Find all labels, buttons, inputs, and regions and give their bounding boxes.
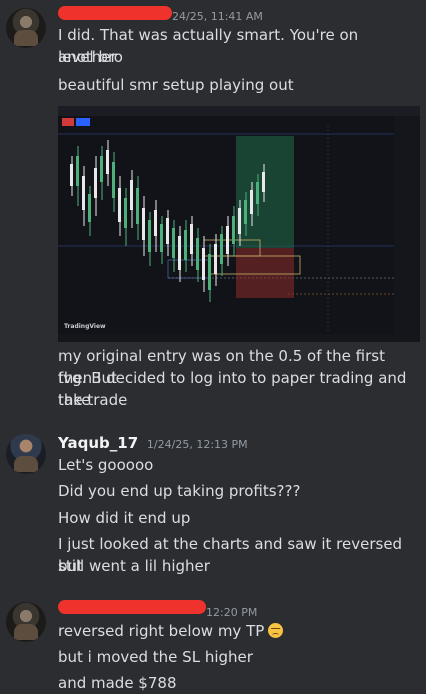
message-timestamp[interactable]: 12:20 PM bbox=[206, 606, 257, 619]
message-text: Did you end up taking profits??? bbox=[58, 482, 301, 500]
chart-image-attachment[interactable]: TradingView bbox=[58, 106, 420, 342]
message-text: but i moved the SL higher bbox=[58, 648, 253, 666]
redacted-username bbox=[58, 600, 206, 614]
message-text: still went a lil higher bbox=[58, 557, 210, 575]
price-chart-svg bbox=[58, 126, 394, 342]
message-text: beautiful smr setup playing out bbox=[58, 76, 294, 94]
message-text: Let's gooooo bbox=[58, 456, 154, 474]
message-text-with-emoji: reversed right below my TP bbox=[58, 620, 418, 642]
user-avatar[interactable] bbox=[6, 602, 46, 642]
tradingview-watermark: TradingView bbox=[64, 323, 106, 330]
user-avatar[interactable] bbox=[6, 8, 46, 48]
price-axis bbox=[394, 116, 420, 342]
message-header: 12:20 PM bbox=[206, 602, 257, 622]
message-timestamp[interactable]: 24/25, 11:41 AM bbox=[172, 10, 263, 23]
message-text: and made $788 bbox=[58, 674, 177, 692]
chart-toolbar bbox=[58, 106, 420, 116]
time-axis bbox=[58, 334, 394, 342]
message-text: reversed right below my TP bbox=[58, 622, 265, 640]
worried-face-emoji bbox=[268, 623, 284, 638]
username[interactable]: Yaqub_17 bbox=[58, 434, 138, 452]
message-text: How did it end up bbox=[58, 509, 191, 527]
redacted-username bbox=[58, 6, 172, 20]
message-header: 24/25, 11:41 AM bbox=[172, 6, 263, 26]
user-avatar[interactable] bbox=[6, 434, 46, 474]
message-header: Yaqub_17 1/24/25, 12:13 PM bbox=[58, 434, 248, 454]
message-text: level bro bbox=[58, 48, 123, 66]
message-timestamp[interactable]: 1/24/25, 12:13 PM bbox=[147, 438, 248, 451]
message-text: the trade bbox=[58, 391, 128, 409]
